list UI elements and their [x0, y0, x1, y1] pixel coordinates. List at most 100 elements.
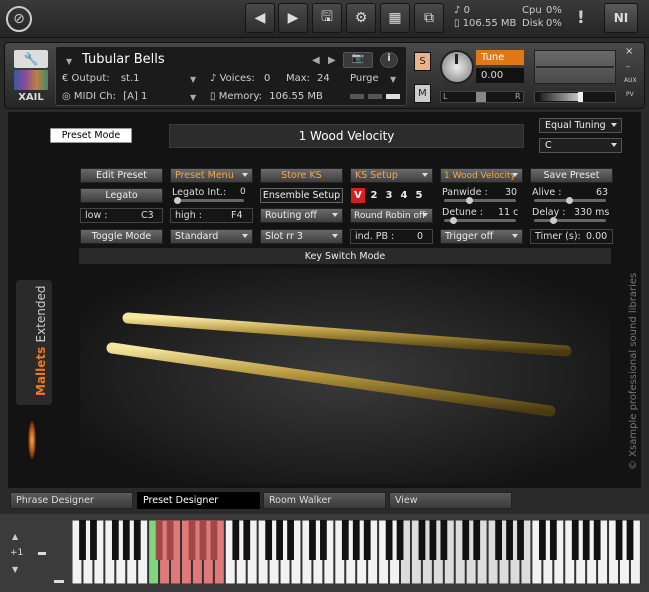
- black-key[interactable]: [265, 520, 273, 560]
- tab-phrase-designer[interactable]: Phrase Designer: [10, 492, 133, 509]
- save-disk-icon[interactable]: 🖫: [312, 3, 342, 33]
- tab-room-walker[interactable]: Room Walker: [263, 492, 386, 509]
- slot-2-button[interactable]: 2: [368, 188, 380, 203]
- purge-dropdown-icon[interactable]: ▼: [390, 75, 396, 84]
- delay-slider[interactable]: [534, 219, 606, 222]
- next-arrow-icon[interactable]: ▶: [278, 3, 308, 33]
- slot-v-button[interactable]: V: [351, 188, 365, 203]
- black-key[interactable]: [517, 520, 524, 560]
- black-key[interactable]: [320, 520, 327, 560]
- slot-5-button[interactable]: 5: [413, 188, 425, 203]
- legato-button[interactable]: Legato: [80, 188, 163, 203]
- piano-keyboard[interactable]: [72, 520, 642, 586]
- round-robin-dropdown[interactable]: Round Robin off: [350, 208, 433, 223]
- black-key[interactable]: [276, 520, 284, 560]
- black-key[interactable]: [199, 520, 207, 560]
- black-key[interactable]: [232, 520, 240, 560]
- instrument-name[interactable]: Tubular Bells: [82, 52, 165, 67]
- save-preset-button[interactable]: Save Preset: [530, 168, 613, 183]
- black-key[interactable]: [352, 520, 360, 560]
- wrench-icon[interactable]: 🔧: [14, 50, 48, 68]
- black-key[interactable]: [418, 520, 426, 560]
- black-key[interactable]: [363, 520, 371, 560]
- close-icon[interactable]: ×: [625, 46, 633, 57]
- black-key[interactable]: [582, 520, 590, 560]
- tuning-dropdown[interactable]: Equal Tuning: [539, 118, 622, 133]
- warning-icon[interactable]: !: [577, 8, 585, 28]
- black-key[interactable]: [210, 520, 218, 560]
- slot-3-button[interactable]: 3: [383, 188, 395, 203]
- panwide-slider-handle[interactable]: [466, 197, 473, 204]
- preset-mode-button[interactable]: Preset Mode: [50, 128, 132, 143]
- black-key[interactable]: [287, 520, 294, 560]
- black-key[interactable]: [341, 520, 349, 560]
- slot-rr-dropdown[interactable]: Slot rr 3: [260, 229, 343, 244]
- tune-value[interactable]: 0.00: [476, 68, 524, 83]
- legato-int-slider-handle[interactable]: [174, 197, 181, 204]
- black-key[interactable]: [495, 520, 503, 560]
- pan-slider-handle[interactable]: [476, 92, 486, 102]
- ind-pb-field[interactable]: ind. PB : 0: [350, 229, 433, 244]
- detune-slider-handle[interactable]: [450, 217, 457, 224]
- black-key[interactable]: [155, 520, 163, 560]
- volume-slider-handle[interactable]: [578, 92, 583, 102]
- camera-icon[interactable]: 📷: [343, 52, 373, 68]
- tab-preset-designer[interactable]: Preset Designer: [137, 492, 260, 509]
- black-key[interactable]: [626, 520, 634, 560]
- black-key[interactable]: [111, 520, 119, 560]
- octave-up-icon[interactable]: ▲: [12, 532, 18, 541]
- trigger-dropdown[interactable]: Trigger off: [440, 229, 523, 244]
- black-key[interactable]: [506, 520, 513, 560]
- kontakt-logo-icon[interactable]: ⊘: [6, 6, 32, 32]
- previous-arrow-icon[interactable]: ◀: [245, 3, 275, 33]
- ks-setup-dropdown[interactable]: KS Setup: [350, 168, 433, 183]
- slot-4-button[interactable]: 4: [398, 188, 410, 203]
- black-key[interactable]: [571, 520, 579, 560]
- black-key[interactable]: [462, 520, 470, 560]
- instrument-next-icon[interactable]: ▶: [328, 55, 336, 66]
- octave-down-icon[interactable]: ▼: [12, 565, 18, 574]
- aux-button[interactable]: AUX: [624, 77, 637, 84]
- view-layout-icon[interactable]: ▦: [380, 3, 410, 33]
- pv-button[interactable]: PV: [626, 91, 634, 98]
- key-dropdown[interactable]: C: [539, 138, 622, 153]
- instrument-collapse-icon[interactable]: ▼: [66, 57, 72, 66]
- panwide-slider[interactable]: [444, 199, 516, 202]
- legato-int-slider[interactable]: [174, 199, 244, 202]
- midi-row[interactable]: ◎ MIDI Ch: [A] 1: [62, 91, 147, 102]
- ni-logo[interactable]: NI: [604, 3, 638, 33]
- black-key[interactable]: [122, 520, 130, 560]
- output-row[interactable]: € Output: st.1: [62, 73, 140, 84]
- gear-icon[interactable]: ⚙: [346, 3, 376, 33]
- black-key[interactable]: [188, 520, 196, 560]
- black-key[interactable]: [133, 520, 141, 560]
- black-key[interactable]: [396, 520, 404, 560]
- preset-menu-dropdown[interactable]: Preset Menu: [170, 168, 253, 183]
- black-key[interactable]: [440, 520, 448, 560]
- black-key[interactable]: [539, 520, 546, 560]
- black-key[interactable]: [309, 520, 316, 560]
- black-key[interactable]: [90, 520, 97, 560]
- tab-view[interactable]: View: [389, 492, 512, 509]
- instrument-prev-icon[interactable]: ◀: [312, 55, 320, 66]
- velocity-preset-dropdown[interactable]: 1 Wood Velocity: [440, 168, 523, 183]
- midi-dropdown-icon[interactable]: ▼: [190, 93, 196, 102]
- black-key[interactable]: [549, 520, 557, 560]
- ensemble-setup-button[interactable]: Ensemble Setup: [260, 188, 343, 203]
- mod-wheel-marker[interactable]: [54, 580, 64, 583]
- store-ks-button[interactable]: Store KS: [260, 168, 343, 183]
- black-key[interactable]: [473, 520, 481, 560]
- black-key[interactable]: [615, 520, 623, 560]
- black-key[interactable]: [166, 520, 174, 560]
- timer-field[interactable]: Timer (s): 0.00: [530, 229, 613, 244]
- toggle-mode-button[interactable]: Toggle Mode: [80, 229, 163, 244]
- black-key[interactable]: [593, 520, 601, 560]
- mute-button[interactable]: M: [414, 84, 431, 103]
- high-key-field[interactable]: high : F4: [170, 208, 253, 223]
- max-value[interactable]: 24: [317, 73, 330, 84]
- alive-slider-handle[interactable]: [566, 197, 573, 204]
- output-dropdown-icon[interactable]: ▼: [190, 75, 196, 84]
- solo-button[interactable]: S: [414, 52, 431, 71]
- purge-button[interactable]: Purge: [350, 73, 379, 84]
- delay-slider-handle[interactable]: [550, 217, 557, 224]
